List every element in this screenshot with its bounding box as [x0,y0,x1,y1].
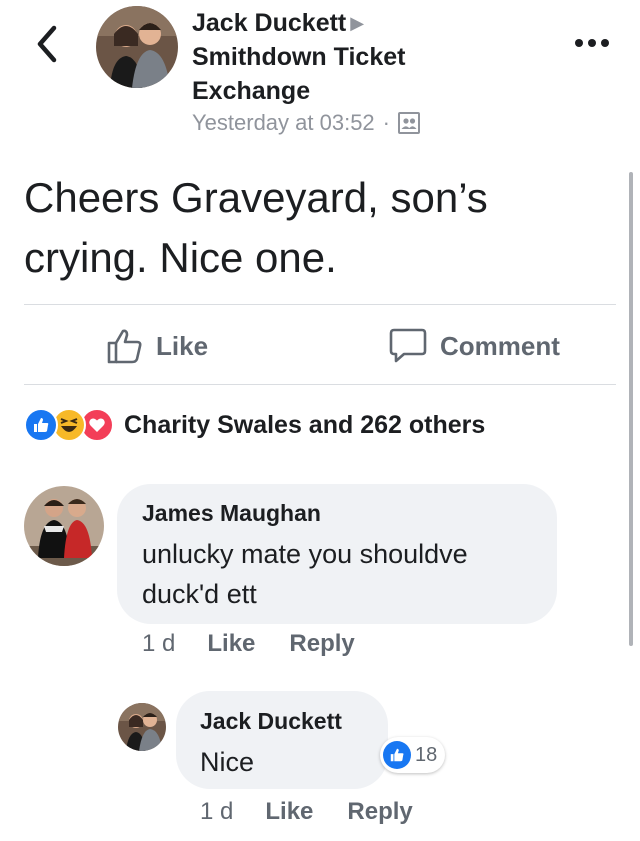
divider [24,384,616,385]
more-options-button[interactable] [574,34,610,48]
comment-footer: 1 d Like Reply [142,630,389,658]
author-avatar[interactable] [96,6,178,88]
post-text: Cheers Graveyard, son’s crying. Nice one… [24,174,488,281]
reply-reaction-count[interactable]: 18 [380,737,446,773]
reactions-summary[interactable]: Charity Swales and 262 others [24,408,485,442]
comment-time[interactable]: 1 d [142,630,175,658]
reaction-count-label: 18 [415,743,438,766]
reply-reply-button[interactable]: Reply [347,798,412,826]
comment-reply-button[interactable]: Reply [289,630,354,658]
commenter-avatar[interactable] [24,486,104,566]
chevron-left-icon [37,25,57,63]
like-button[interactable]: Like [106,327,208,365]
like-reaction-icon [24,408,58,442]
post-header-title: Jack Duckett ▶ Smithdown Ticket Exchange [192,6,492,108]
post-meta: Yesterday at 03:52 · [192,110,420,136]
comment-text: unlucky mate you shouldve duck'd ett [142,539,468,609]
reply-author-avatar[interactable] [118,703,166,751]
reply-time[interactable]: 1 d [200,798,233,826]
triangle-right-icon: ▶ [350,13,365,33]
group-name-link[interactable]: Smithdown Ticket Exchange [192,43,405,105]
comment-bubble-icon [389,328,427,363]
reply-footer: 1 d Like Reply [200,798,447,826]
more-dots-icon [575,39,609,47]
like-reaction-icon [383,741,411,769]
reply-like-button[interactable]: Like [265,798,313,826]
divider [24,304,616,305]
post-timestamp[interactable]: Yesterday at 03:52 [192,110,375,136]
scrollbar[interactable] [629,172,633,646]
comment-author[interactable]: James Maughan [142,500,321,527]
comment-button[interactable]: Comment [388,327,560,365]
reply-author[interactable]: Jack Duckett [200,708,342,735]
comment-like-button[interactable]: Like [207,630,255,658]
back-button[interactable] [28,22,68,66]
comment-button-label: Comment [440,330,560,361]
meta-separator: · [382,110,390,135]
reactions-summary-text: Charity Swales and 262 others [124,410,486,439]
author-name-link[interactable]: Jack Duckett [192,9,346,37]
reply-text: Nice [200,747,255,777]
like-button-label: Like [156,330,209,361]
thumbs-up-icon [107,329,142,364]
group-members-icon [398,112,420,134]
